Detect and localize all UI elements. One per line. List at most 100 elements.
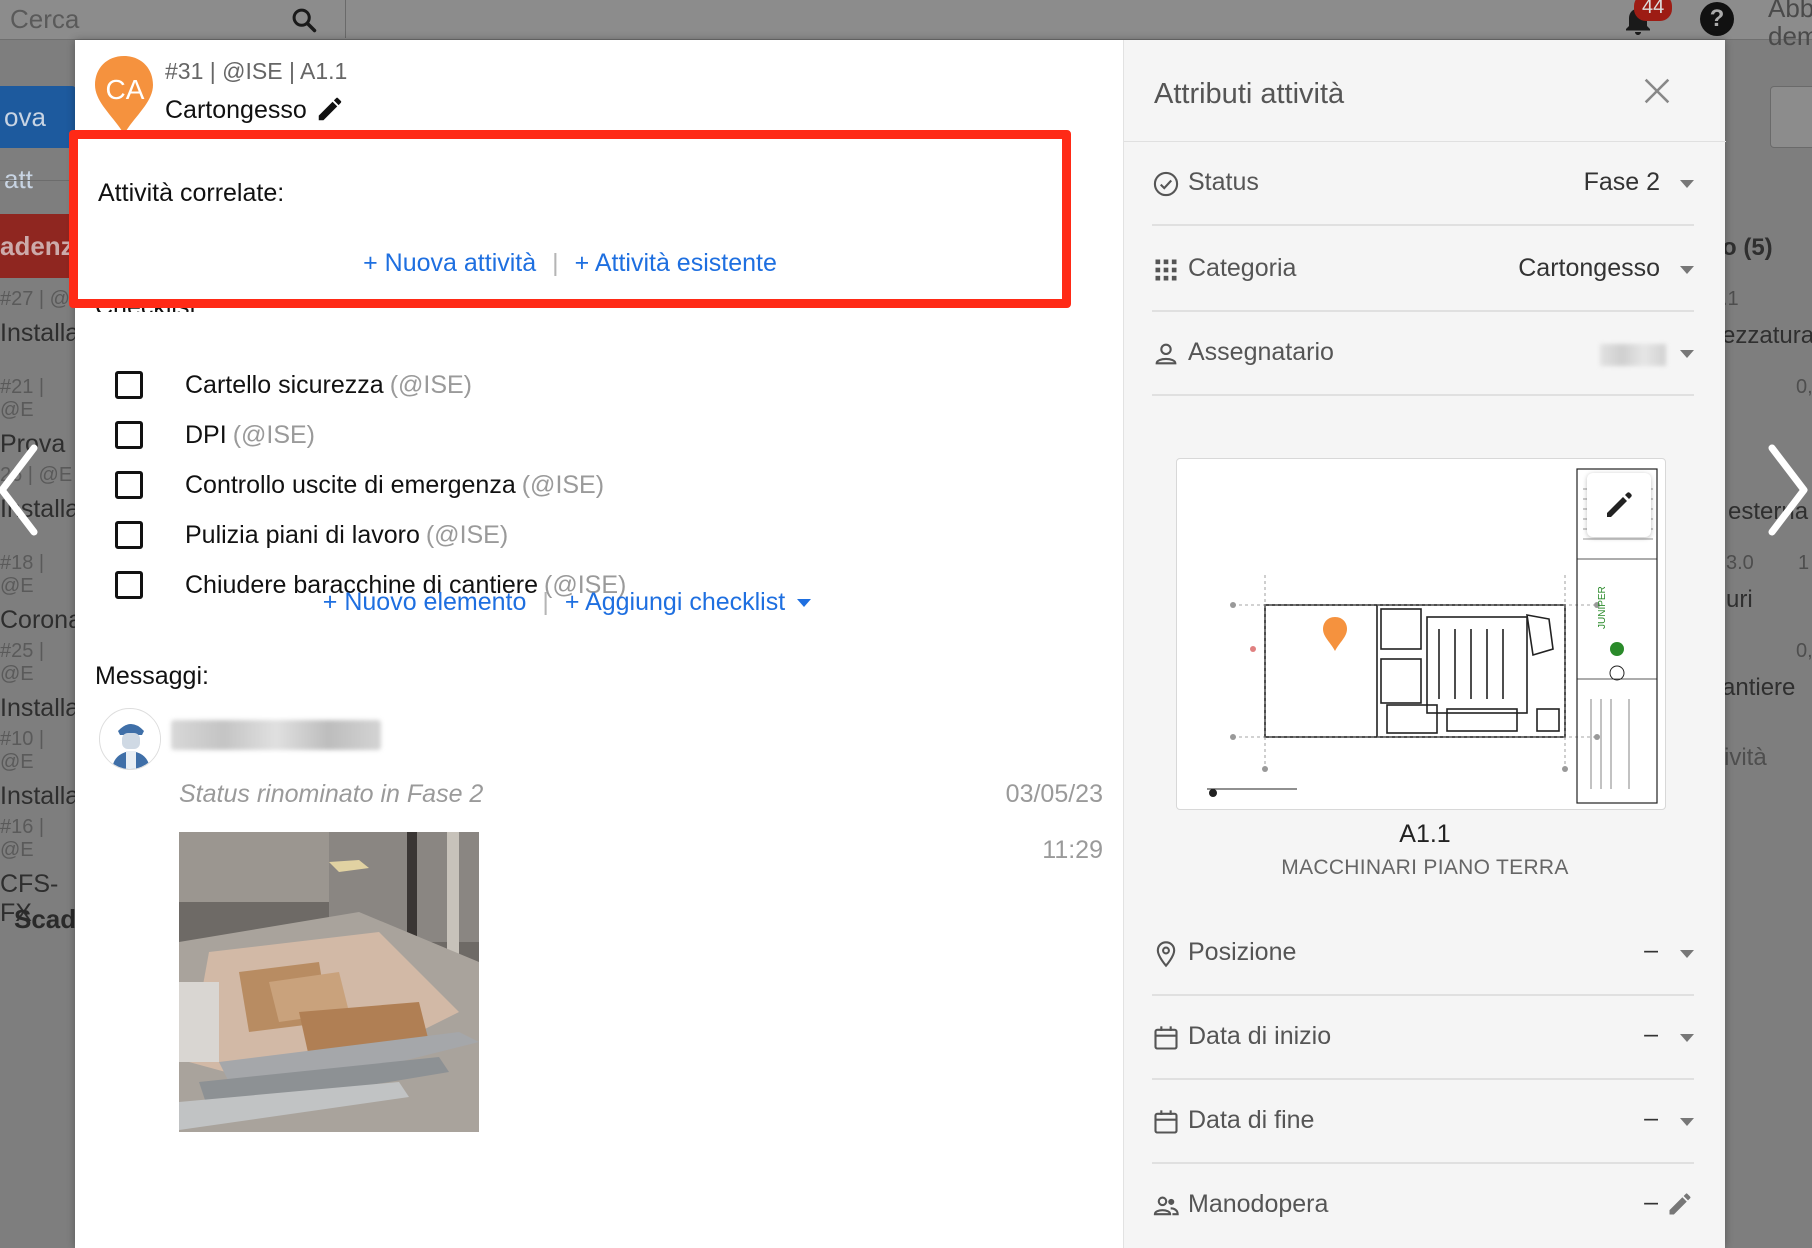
chevron-down-icon bbox=[1680, 180, 1694, 188]
right-column-text: 1 bbox=[1798, 552, 1810, 574]
list-item[interactable]: #10 | @E Installa bbox=[0, 728, 80, 811]
separator: | bbox=[542, 588, 549, 616]
calendar-icon bbox=[1154, 1026, 1178, 1050]
category-field[interactable]: Categoria Cartongesso bbox=[1152, 228, 1694, 312]
category-value: Cartongesso bbox=[1518, 254, 1660, 282]
next-arrow-icon[interactable] bbox=[1762, 440, 1812, 540]
workforce-label: Manodopera bbox=[1188, 1190, 1329, 1218]
search-placeholder: Cerca bbox=[10, 4, 80, 34]
right-column-text: 0, bbox=[1796, 376, 1812, 398]
pencil-icon[interactable] bbox=[1666, 1190, 1694, 1218]
status-value: Fase 2 bbox=[1583, 168, 1660, 196]
right-column-text: uri bbox=[1726, 586, 1753, 613]
workforce-value: – bbox=[1644, 1188, 1658, 1216]
calendar-icon bbox=[1154, 1110, 1178, 1134]
people-icon bbox=[1153, 1196, 1179, 1216]
start-date-value: – bbox=[1644, 1020, 1658, 1048]
position-label: Posizione bbox=[1188, 938, 1297, 966]
chevron-down-icon bbox=[1680, 350, 1694, 358]
end-date-label: Data di fine bbox=[1188, 1106, 1315, 1134]
divider bbox=[0, 180, 80, 181]
workforce-field[interactable]: Manodopera – bbox=[1152, 1164, 1694, 1248]
checklist-item-text: Pulizia piani di lavoro bbox=[185, 520, 420, 549]
existing-activity-link[interactable]: + Attività esistente bbox=[575, 249, 777, 277]
assignee-label: Assegnatario bbox=[1188, 338, 1334, 366]
chevron-down-icon[interactable] bbox=[797, 599, 812, 608]
task-detail-modal: CA #31 | @ISE | A1.1 Cartongesso Attivit… bbox=[69, 40, 1726, 1248]
redacted-username bbox=[171, 720, 381, 750]
search-icon[interactable] bbox=[290, 6, 318, 34]
checklist-item-text: DPI bbox=[185, 420, 227, 449]
close-icon[interactable] bbox=[1640, 74, 1674, 108]
plan-name: A1.1 bbox=[1399, 820, 1451, 848]
list-item-meta: #27 | @ bbox=[0, 288, 70, 310]
person-icon bbox=[1155, 343, 1177, 365]
list-item-meta: #25 | @E bbox=[0, 640, 45, 685]
edit-plan-button[interactable] bbox=[1587, 473, 1651, 537]
location-pin-icon bbox=[1156, 941, 1176, 968]
related-activities-label: Attività correlate: bbox=[98, 179, 285, 207]
chevron-down-icon bbox=[1680, 1118, 1694, 1126]
start-date-label: Data di inizio bbox=[1188, 1022, 1332, 1050]
user-avatar-icon bbox=[101, 710, 160, 769]
position-value: – bbox=[1644, 936, 1658, 964]
new-item-link[interactable]: + Nuovo elemento bbox=[323, 588, 527, 616]
checklist-item-text: Cartello sicurezza bbox=[185, 370, 384, 399]
help-icon[interactable]: ? bbox=[1700, 2, 1734, 36]
task-content-pane: CA #31 | @ISE | A1.1 Cartongesso Attivit… bbox=[69, 40, 1123, 1248]
right-column-text: ezzatura bbox=[1722, 322, 1812, 349]
right-column-text: ività bbox=[1724, 744, 1767, 771]
list-item[interactable]: #27 | @ Installa bbox=[0, 288, 80, 348]
user-line-1: Abb bbox=[1768, 0, 1812, 23]
start-date-field[interactable]: Data di inizio – bbox=[1152, 996, 1694, 1080]
list-item[interactable]: #18 | @E Corona bbox=[0, 552, 82, 635]
message-text: Status rinominato in Fase 2 bbox=[179, 780, 484, 808]
add-checklist-link[interactable]: + Aggiungi checklist bbox=[565, 588, 785, 616]
pencil-icon[interactable] bbox=[315, 94, 345, 124]
assignee-field[interactable]: Assegnatario bbox=[1152, 312, 1694, 396]
checklist-item-text: Controllo uscite di emergenza bbox=[185, 470, 516, 499]
search-box[interactable]: Cerca bbox=[0, 0, 346, 38]
checklist-item: Cartello sicurezza (@ISE) bbox=[115, 360, 1035, 410]
list-item-meta: #10 | @E bbox=[0, 728, 45, 773]
filter-button[interactable] bbox=[1770, 86, 1812, 148]
list-item[interactable]: #25 | @E Installa bbox=[0, 640, 80, 723]
message-time: 11:29 bbox=[1042, 836, 1103, 864]
user-menu[interactable]: Abb dem bbox=[1768, 0, 1812, 50]
checklist-item-owner: (@ISE) bbox=[232, 420, 316, 449]
checkbox[interactable] bbox=[115, 421, 143, 449]
category-label: Categoria bbox=[1188, 254, 1297, 282]
pin-initials: CA bbox=[105, 74, 145, 105]
position-field[interactable]: Posizione – bbox=[1152, 912, 1694, 996]
checklist-item: Pulizia piani di lavoro (@ISE) bbox=[115, 510, 1035, 560]
related-activities-actions: + Nuova attività | + Attività esistente bbox=[78, 249, 1062, 278]
new-activity-button[interactable]: ova att bbox=[0, 86, 76, 194]
floor-plan-thumbnail[interactable]: JUNIPER bbox=[1176, 458, 1666, 810]
checklist: Cartello sicurezza (@ISE) DPI (@ISE) Con… bbox=[115, 360, 1035, 610]
pencil-icon bbox=[1607, 492, 1632, 517]
list-item-meta: #16 | @E bbox=[0, 816, 45, 861]
checkbox[interactable] bbox=[115, 471, 143, 499]
task-meta: #31 | @ISE | A1.1 bbox=[165, 58, 348, 84]
task-title: Cartongesso bbox=[165, 96, 307, 124]
checkbox[interactable] bbox=[115, 371, 143, 399]
message-date: 03/05/23 bbox=[1005, 780, 1103, 808]
new-related-activity-link[interactable]: + Nuova attività bbox=[363, 249, 536, 277]
right-column-text: antiere bbox=[1722, 674, 1796, 701]
chevron-down-icon bbox=[1680, 950, 1694, 958]
message-photo[interactable] bbox=[179, 832, 479, 1132]
check-circle-icon bbox=[1153, 171, 1179, 197]
list-item-name: Installa bbox=[0, 694, 80, 722]
checkbox[interactable] bbox=[115, 521, 143, 549]
right-column-text: 3.0 bbox=[1726, 552, 1754, 574]
deadlines-tab[interactable]: adenz bbox=[0, 214, 76, 278]
status-field[interactable]: Status Fase 2 bbox=[1152, 142, 1694, 226]
list-item-meta: #21 | @E bbox=[0, 376, 45, 421]
right-column-text: 0, bbox=[1796, 640, 1812, 662]
notification-badge: 44 bbox=[1634, 0, 1673, 21]
avatar bbox=[99, 708, 161, 770]
list-item-meta: #18 | @E bbox=[0, 552, 45, 597]
previous-arrow-icon[interactable] bbox=[0, 440, 44, 540]
checklist-item-owner: (@ISE) bbox=[521, 470, 605, 499]
end-date-field[interactable]: Data di fine – bbox=[1152, 1080, 1694, 1164]
